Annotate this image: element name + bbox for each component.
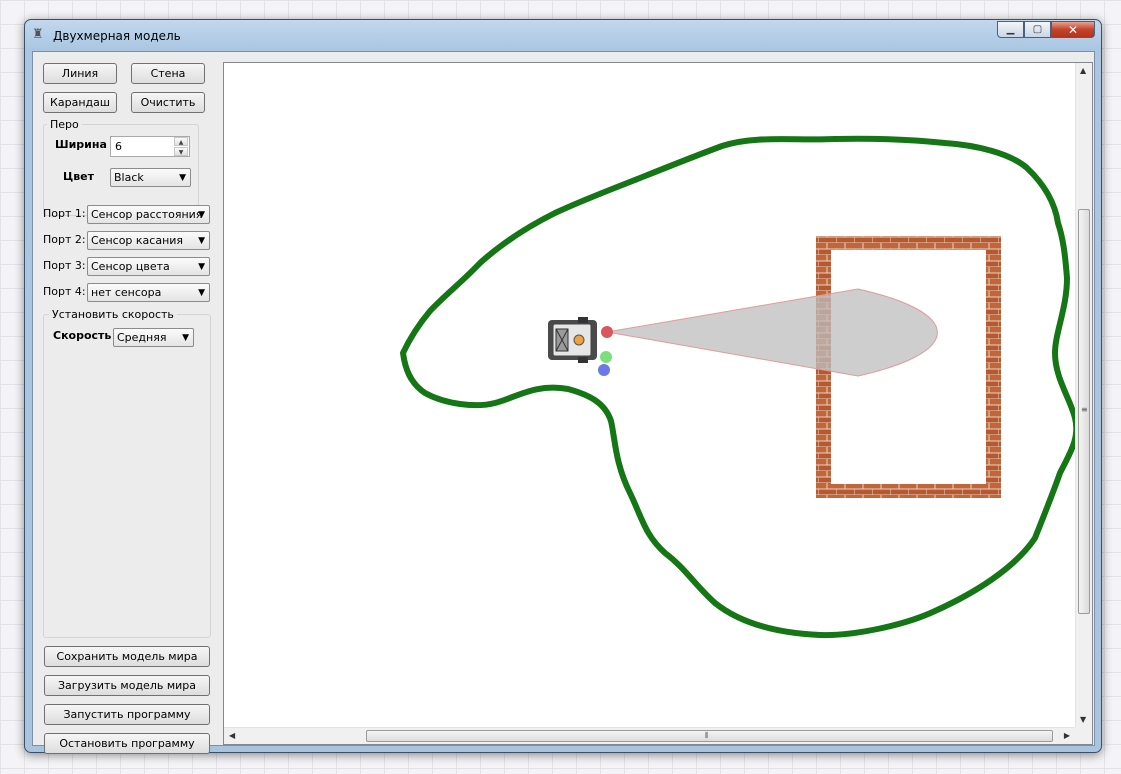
chevron-down-icon: ▼ [198,210,205,220]
touch-sensor-marker[interactable] [601,326,613,338]
chevron-down-icon: ▼ [179,173,186,183]
speed-value: Средняя [117,331,167,344]
port-3-value: Сенсор цвета [91,260,170,273]
title-bar[interactable]: ♜ Двухмерная модель ▁ ▢ ✕ [25,20,1101,52]
robot-app-icon: ♜ [32,27,44,42]
speed-label: Скорость [53,329,112,342]
right-arrow-icon[interactable]: ▶ [1064,731,1070,741]
pen-width-label: Ширина [55,138,107,151]
pencil-tool-button[interactable]: Карандаш [43,92,117,113]
wall-bottom[interactable] [816,484,1001,498]
pen-width-value: 6 [115,140,122,153]
sensor-cone [606,288,938,377]
port-4-value: нет сенсора [91,286,162,299]
chevron-down-icon: ▼ [182,333,189,343]
world-canvas[interactable] [224,63,1075,728]
port-3-label: Порт 3: [43,259,86,272]
down-arrow-icon[interactable]: ▼ [1080,715,1086,725]
vertical-scroll-thumb[interactable]: ≡ [1078,209,1090,614]
scroll-corner [1075,727,1092,744]
horizontal-scroll-thumb[interactable]: ⦀ [366,730,1053,742]
port-4-select[interactable]: нет сенсора ▼ [87,283,210,302]
speed-group-title: Установить скорость [49,308,177,321]
chevron-down-icon: ▼ [198,262,205,272]
port-2-select[interactable]: Сенсор касания ▼ [87,231,210,250]
load-world-button[interactable]: Загрузить модель мира [44,675,210,696]
wall-tool-button[interactable]: Стена [131,63,205,84]
client-area: Линия Стена Карандаш Очистить Перо Ширин… [32,51,1095,754]
port-3-select[interactable]: Сенсор цвета ▼ [87,257,210,276]
maximize-button[interactable]: ▢ [1024,21,1051,38]
vertical-scrollbar[interactable]: ▲ ≡ ▼ [1075,63,1092,728]
pen-color-value: Black [114,171,144,184]
port-2-value: Сенсор касания [91,234,184,247]
clear-button[interactable]: Очистить [131,92,205,113]
port-1-value: Сенсор расстояния [91,208,203,221]
chevron-down-icon: ▼ [198,236,205,246]
minimize-button[interactable]: ▁ [997,21,1024,38]
color-sensor-marker-green[interactable] [600,351,612,363]
wall-right[interactable] [986,236,1001,498]
chevron-down-icon: ▼ [198,288,205,298]
spin-down-icon[interactable]: ▼ [174,147,188,156]
stop-program-button[interactable]: Остановить программу [44,733,210,754]
run-program-button[interactable]: Запустить программу [44,704,210,725]
app-window: ♜ Двухмерная модель ▁ ▢ ✕ Линия Стена Ка… [24,19,1102,754]
grip-icon: ≡ [1081,405,1088,414]
pen-color-select[interactable]: Black ▼ [110,168,191,187]
port-2-label: Порт 2: [43,233,86,246]
horizontal-scrollbar[interactable]: ◀ ⦀ ▶ [224,727,1075,744]
port-1-select[interactable]: Сенсор расстояния ▼ [87,205,210,224]
pen-color-label: Цвет [63,170,95,183]
wall-top[interactable] [816,236,1001,250]
world-scene[interactable]: ▲ ≡ ▼ ◀ ⦀ ▶ [223,62,1093,745]
pen-group-title: Перо [47,118,82,131]
up-arrow-icon[interactable]: ▲ [1080,66,1086,76]
drawn-line-path[interactable] [400,135,1075,639]
robot[interactable] [548,317,597,363]
pen-width-spinbox[interactable]: 6 ▲ ▼ [110,136,190,157]
grip-icon: ⦀ [705,731,709,740]
spin-up-icon[interactable]: ▲ [174,137,188,146]
window-title: Двухмерная модель [53,29,181,43]
color-sensor-marker-blue[interactable] [598,364,610,376]
line-tool-button[interactable]: Линия [43,63,117,84]
save-world-button[interactable]: Сохранить модель мира [44,646,210,667]
port-1-label: Порт 1: [43,207,86,220]
port-4-label: Порт 4: [43,285,86,298]
left-arrow-icon[interactable]: ◀ [229,731,235,741]
window-controls: ▁ ▢ ✕ [997,21,1095,38]
speed-groupbox [43,314,211,638]
speed-select[interactable]: Средняя ▼ [113,328,194,347]
close-button[interactable]: ✕ [1051,21,1095,38]
